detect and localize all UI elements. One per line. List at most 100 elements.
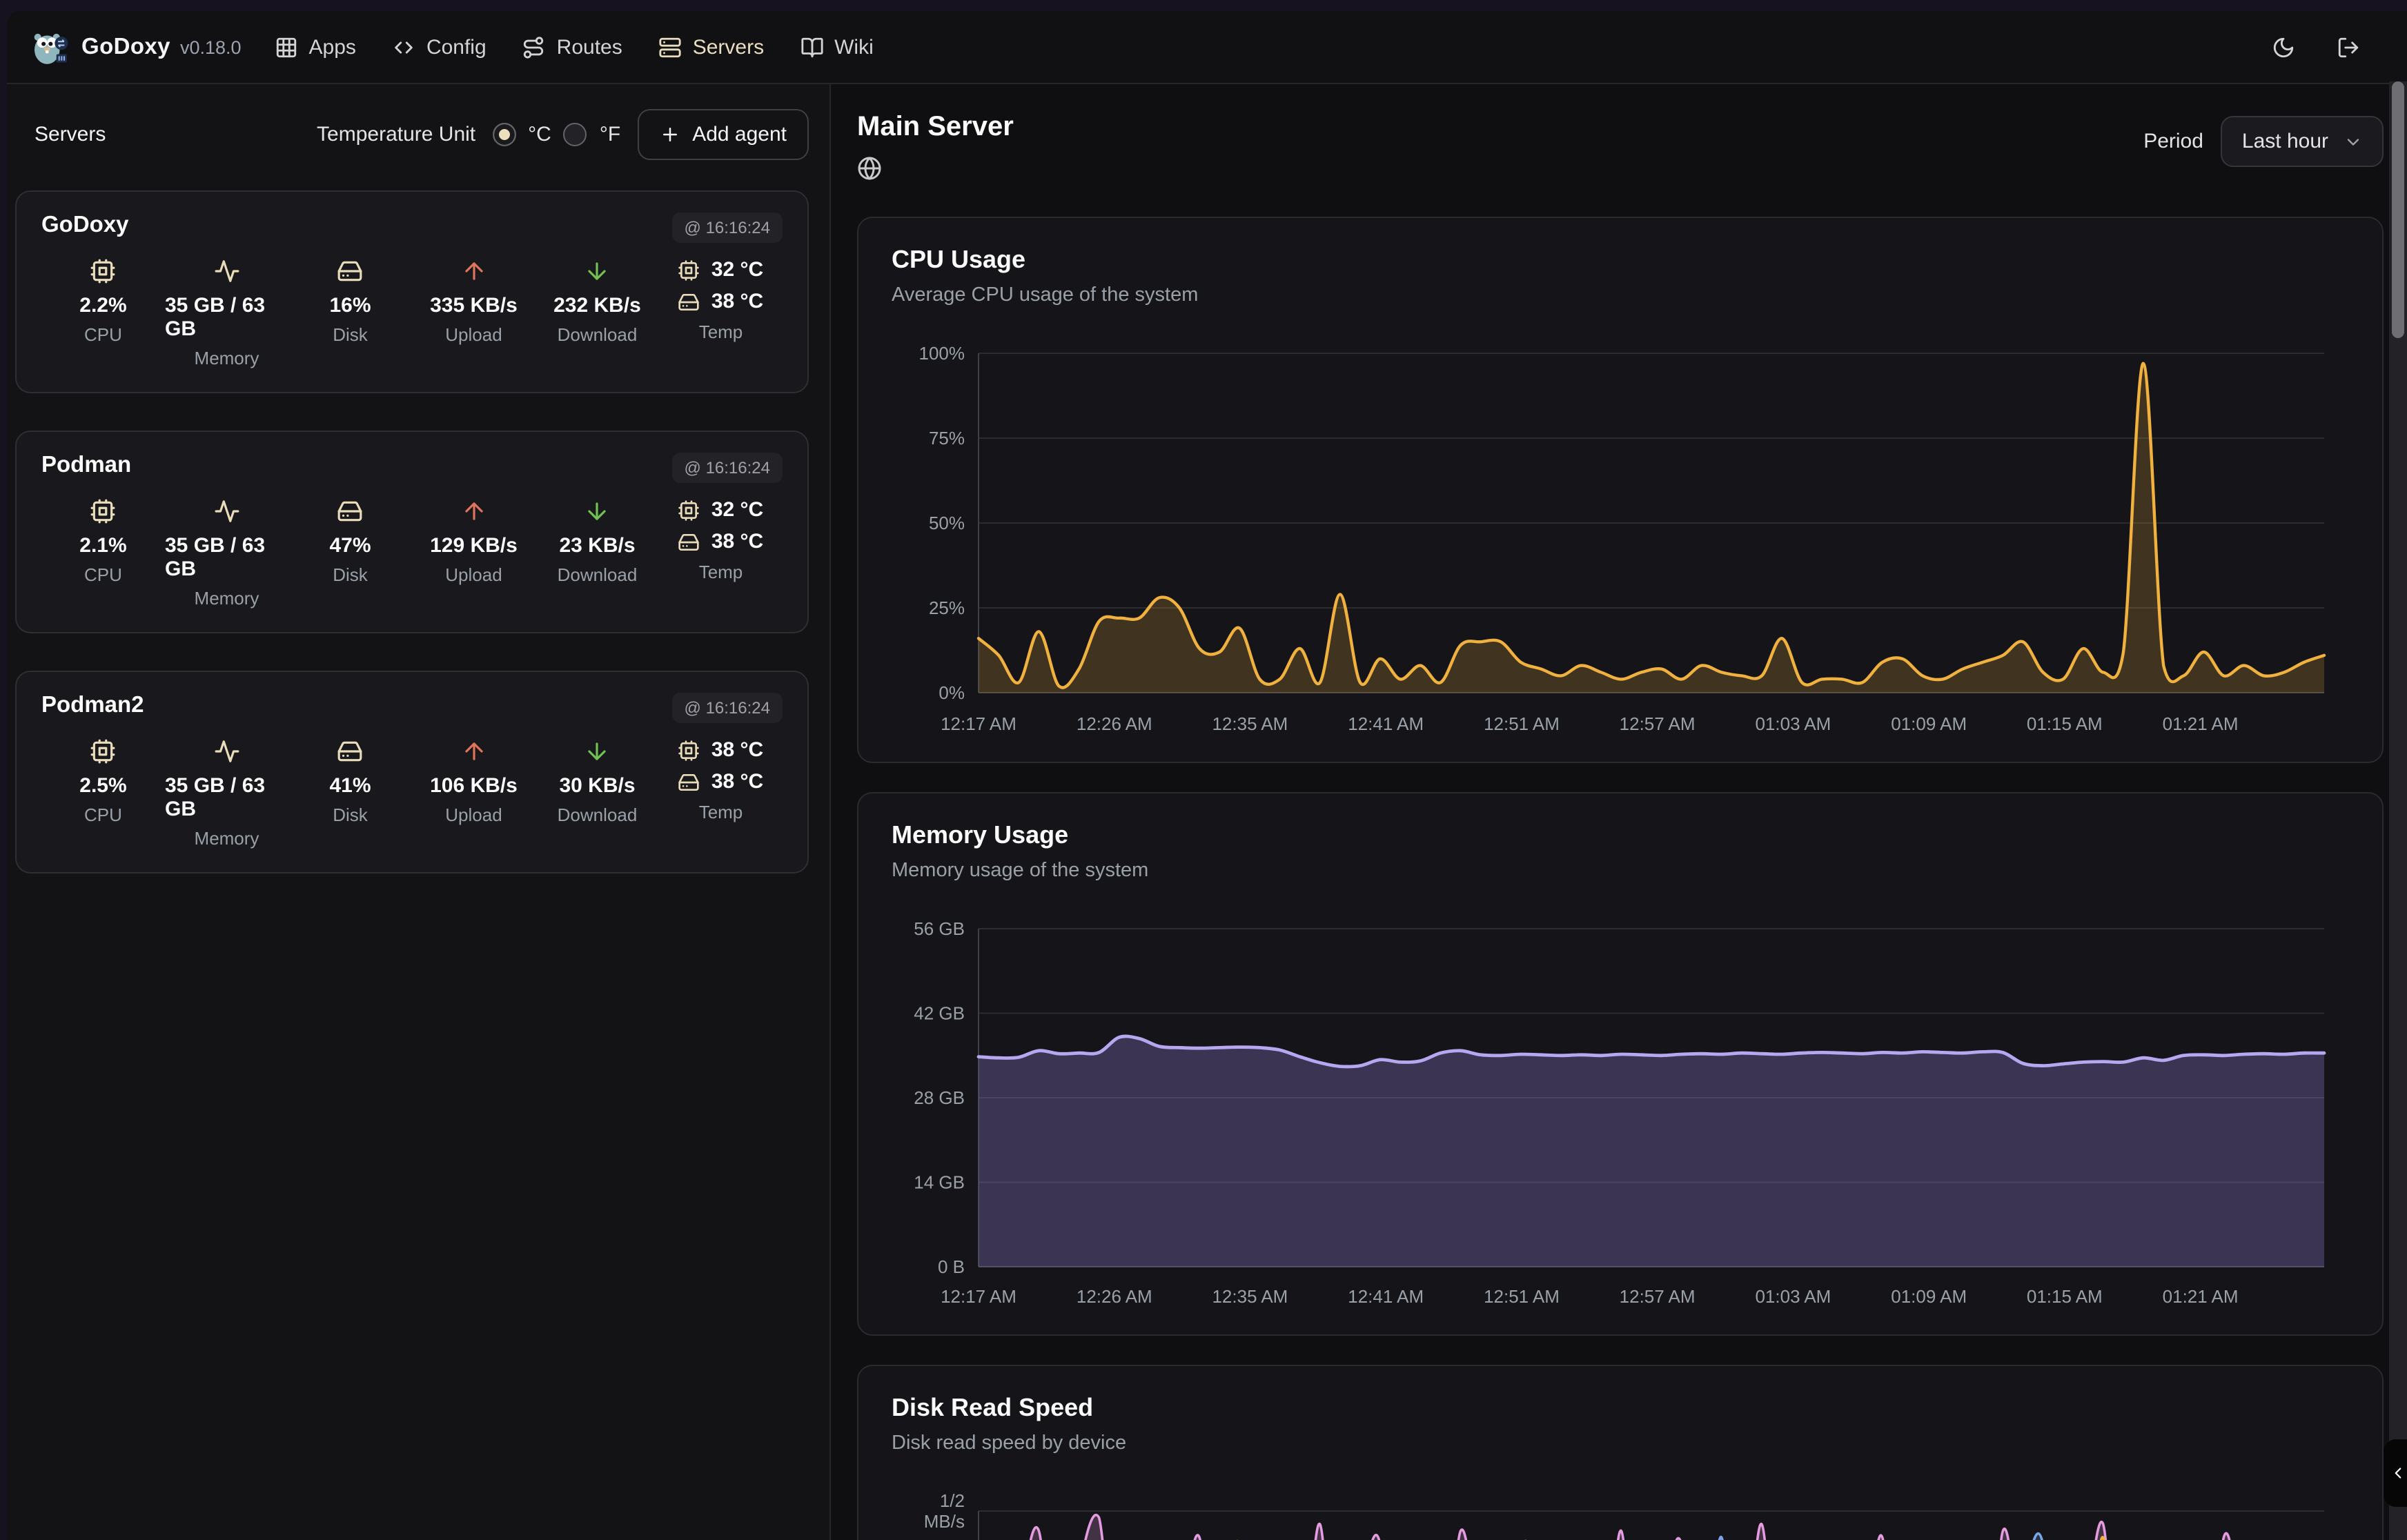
activity-icon [214,498,240,524]
stat-download: 232 KB/s Download [536,258,659,345]
temperature-unit-label: Temperature Unit [317,123,475,146]
theme-toggle-button[interactable] [2272,35,2295,59]
activity-icon [214,738,240,764]
stat-value: 35 GB / 63 GB [165,534,288,581]
arrow-up-icon [461,498,487,524]
disk-chart-card: Disk Read Speed Disk read speed by devic… [857,1365,2384,1540]
svg-text:42 GB: 42 GB [914,1003,965,1024]
unit-label: °C [528,123,551,146]
code-icon [392,35,415,59]
svg-text:01:21 AM: 01:21 AM [2163,1286,2239,1307]
add-agent-label: Add agent [692,123,787,146]
svg-text:14 GB: 14 GB [914,1172,965,1193]
svg-text:12:17 AM: 12:17 AM [941,713,1016,734]
chevron-down-icon [2344,132,2363,151]
hard-drive-icon [337,498,364,524]
arrow-up-icon [461,258,487,284]
main-content: Main Server Period Last hour CPU Usage A… [831,84,2407,1540]
arrow-up-icon [461,738,487,764]
nav-item-config[interactable]: Config [392,35,487,59]
svg-text:12:26 AM: 12:26 AM [1077,1286,1152,1307]
svg-text:50%: 50% [929,513,965,533]
memory-chart-card: Memory Usage Memory usage of the system … [857,792,2384,1336]
stat-upload: 106 KB/s Upload [412,738,536,825]
radio-button[interactable] [564,123,587,146]
stat-label: Disk [333,324,368,345]
chart-subtitle: Disk read speed by device [892,1432,2349,1454]
chart-card-list: CPU Usage Average CPU usage of the syste… [857,217,2384,1540]
nav-item-servers[interactable]: Servers [658,35,764,59]
svg-text:0 B: 0 B [938,1256,965,1277]
svg-text:0%: 0% [939,682,965,703]
period-select[interactable]: Last hour [2221,116,2384,167]
stat-value: 35 GB / 63 GB [165,294,288,341]
stat-value: 2.2% [79,294,126,317]
temp-disk-value: 38 °C [711,290,763,313]
servers-panel-header: Servers Temperature Unit °C °F Add agent [7,84,829,190]
period-label: Period [2143,130,2203,153]
stat-memory: 35 GB / 63 GB Memory [165,738,288,849]
activity-icon [214,258,240,284]
radio-button[interactable] [492,123,515,146]
svg-text:25%: 25% [929,598,965,618]
stat-value: 35 GB / 63 GB [165,774,288,821]
stat-upload: 129 KB/s Upload [412,498,536,585]
svg-text:75%: 75% [929,428,965,448]
arrow-down-icon [584,258,611,284]
scrollbar-thumb[interactable] [2392,81,2404,338]
stat-value: 16% [329,294,371,317]
stat-label: CPU [84,324,122,345]
arrow-down-icon [584,738,611,764]
nav-item-apps[interactable]: Apps [275,35,356,59]
hard-drive-icon [337,258,364,284]
godoxy-logo [32,28,69,66]
servers-panel: Servers Temperature Unit °C °F Add agent… [7,84,831,1540]
book-icon [800,35,823,59]
temp-cpu-value: 38 °C [711,738,763,762]
chart-title: Disk Read Speed [892,1394,2349,1423]
svg-text:12:35 AM: 12:35 AM [1212,713,1288,734]
svg-text:12:17 AM: 12:17 AM [941,1286,1016,1307]
svg-text:100%: 100% [919,343,965,364]
svg-text:28 GB: 28 GB [914,1087,965,1108]
svg-text:01:15 AM: 01:15 AM [2027,1286,2103,1307]
collapse-panel-tab[interactable] [2384,1439,2407,1507]
temperature-unit-option[interactable]: °F [564,123,620,146]
nav-item-routes[interactable]: Routes [522,35,622,59]
stat-label: Disk [333,564,368,585]
stat-value: 129 KB/s [430,534,518,557]
navbar-actions [2272,35,2360,59]
stat-cpu: 2.2% CPU [41,258,165,345]
period-control: Period Last hour [2143,116,2384,167]
stat-label: Download [558,564,638,585]
stat-label: Memory [195,828,259,849]
vertical-scrollbar[interactable] [2389,81,2407,1540]
stat-disk: 16% Disk [288,258,412,345]
plus-icon [659,124,680,145]
nav-item-wiki[interactable]: Wiki [800,35,874,59]
hard-drive-icon [678,771,700,793]
svg-text:01:09 AM: 01:09 AM [1891,713,1967,734]
arrow-down-icon [584,498,611,524]
add-agent-button[interactable]: Add agent [637,109,809,160]
server-name: Podman [41,453,131,479]
svg-text:01:03 AM: 01:03 AM [1755,713,1831,734]
cpu-icon [678,259,700,281]
server-card[interactable]: GoDoxy @ 16:16:24 2.2% CPU 35 GB / 63 GB… [15,190,809,393]
temperature-unit-option[interactable]: °C [492,123,551,146]
server-card[interactable]: Podman @ 16:16:24 2.1% CPU 35 GB / 63 GB… [15,431,809,633]
chart-title: CPU Usage [892,246,2349,275]
stat-memory: 35 GB / 63 GB Memory [165,498,288,609]
chart-subtitle: Average CPU usage of the system [892,284,2349,306]
stat-label: Upload [445,804,502,825]
svg-text:12:57 AM: 12:57 AM [1620,713,1696,734]
app-window: GoDoxy v0.18.0 Apps Config Routes Server… [7,11,2407,1540]
stat-memory: 35 GB / 63 GB Memory [165,258,288,368]
stat-label: Download [558,804,638,825]
stat-value: 2.5% [79,774,126,798]
logout-button[interactable] [2337,35,2360,59]
server-card[interactable]: Podman2 @ 16:16:24 2.5% CPU 35 GB / 63 G… [15,671,809,873]
temp-disk-value: 38 °C [711,770,763,793]
cpu-icon [678,739,700,761]
stat-label: Temp [699,562,743,582]
